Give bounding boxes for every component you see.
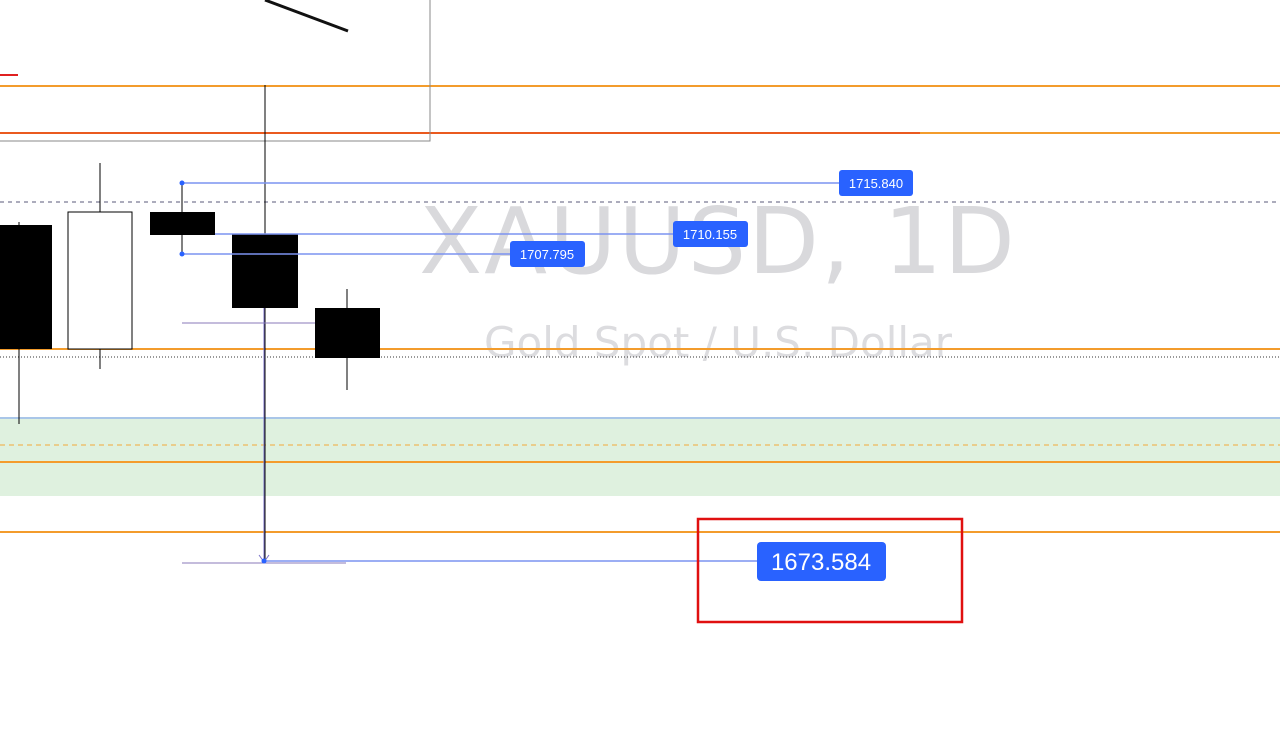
- candle-5[interactable]: [315, 289, 380, 390]
- candle-1-body: [0, 225, 52, 349]
- candle-3-body: [150, 212, 215, 235]
- chart-canvas[interactable]: XAUUSD, 1D Gold Spot / U.S. Dollar 1715.…: [0, 0, 1280, 734]
- support-zone[interactable]: [0, 418, 1280, 496]
- drawn-rectangle[interactable]: [0, 0, 431, 142]
- price-label-high-text: 1715.840: [849, 176, 903, 191]
- price-label-close[interactable]: 1710.155: [673, 221, 748, 247]
- high-anchor-dot[interactable]: [179, 180, 185, 186]
- candle-1[interactable]: [0, 222, 52, 424]
- candle-5-body: [315, 308, 380, 358]
- trend-line-segment[interactable]: [264, 0, 349, 33]
- candle-2[interactable]: [67, 163, 133, 369]
- price-label-high[interactable]: 1715.840: [839, 170, 913, 196]
- price-label-target-text: 1673.584: [771, 549, 871, 576]
- price-label-close-text: 1710.155: [683, 227, 737, 242]
- price-label-target[interactable]: 1673.584: [757, 542, 886, 581]
- price-label-low[interactable]: 1707.795: [510, 241, 585, 267]
- watermark-description: Gold Spot / U.S. Dollar: [484, 318, 953, 367]
- candle-4-body: [232, 234, 298, 308]
- price-label-low-text: 1707.795: [520, 247, 574, 262]
- candle-2-body: [67, 211, 133, 350]
- target-anchor-dot[interactable]: [261, 558, 267, 564]
- low-anchor-dot[interactable]: [179, 251, 185, 257]
- candle-3[interactable]: [150, 183, 215, 254]
